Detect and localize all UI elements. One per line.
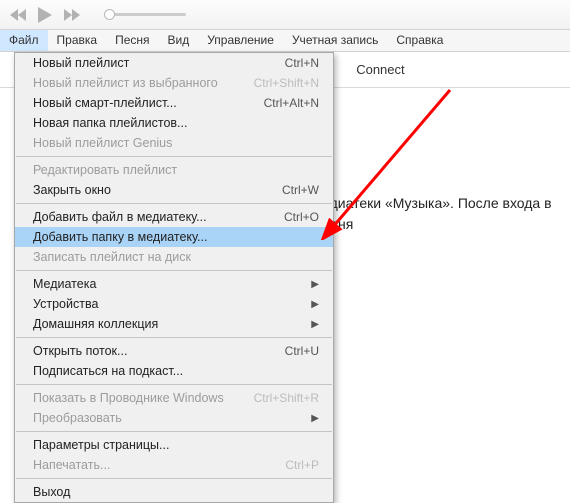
menu-файл[interactable]: Файл <box>0 30 48 51</box>
menu-item-label: Параметры страницы... <box>33 438 169 452</box>
menu-item-label: Новая папка плейлистов... <box>33 116 187 130</box>
menu-справка[interactable]: Справка <box>387 30 452 51</box>
play-icon[interactable] <box>38 7 52 23</box>
menu-separator <box>16 203 332 204</box>
menu-item-shortcut: Ctrl+Shift+N <box>254 76 319 90</box>
menu-item[interactable]: Устройства ▶ <box>15 294 333 314</box>
chevron-right-icon: ▶ <box>311 299 319 310</box>
menu-item-label: Записать плейлист на диск <box>33 250 191 264</box>
menu-separator <box>16 478 332 479</box>
menu-separator <box>16 270 332 271</box>
volume-slider[interactable] <box>106 13 186 16</box>
menu-item-shortcut: Ctrl+W <box>282 183 319 197</box>
menu-item: Редактировать плейлист <box>15 160 333 180</box>
menu-правка[interactable]: Правка <box>48 30 107 51</box>
menu-item-label: Новый смарт-плейлист... <box>33 96 177 110</box>
menu-separator <box>16 156 332 157</box>
menu-item-label: Закрыть окно <box>33 183 111 197</box>
menu-item-shortcut: Ctrl+Shift+R <box>254 391 319 405</box>
menu-item[interactable]: Выход <box>15 482 333 502</box>
menu-управление[interactable]: Управление <box>198 30 283 51</box>
menu-item-label: Редактировать плейлист <box>33 163 177 177</box>
menu-item-label: Домашняя коллекция <box>33 317 158 331</box>
menu-item-label: Устройства <box>33 297 98 311</box>
menu-item[interactable]: Новая папка плейлистов... <box>15 113 333 133</box>
menu-item-shortcut: Ctrl+O <box>284 210 319 224</box>
menu-item: Показать в Проводнике Windows Ctrl+Shift+… <box>15 388 333 408</box>
menu-item: Новый плейлист из выбранного Ctrl+Shift+N <box>15 73 333 93</box>
chevron-right-icon: ▶ <box>311 413 319 424</box>
menu-песня[interactable]: Песня <box>106 30 158 51</box>
menu-item-label: Преобразовать <box>33 411 122 425</box>
menu-item: Новый плейлист Genius <box>15 133 333 153</box>
menu-item-label: Открыть поток... <box>33 344 127 358</box>
menu-item[interactable]: Медиатека ▶ <box>15 274 333 294</box>
menu-item-label: Новый плейлист Genius <box>33 136 172 150</box>
menu-item-label: Напечатать... <box>33 458 110 472</box>
menu-item[interactable]: Домашняя коллекция ▶ <box>15 314 333 334</box>
menu-item[interactable]: Закрыть окно Ctrl+W <box>15 180 333 200</box>
menu-item[interactable]: Открыть поток... Ctrl+U <box>15 341 333 361</box>
menu-item: Напечатать... Ctrl+P <box>15 455 333 475</box>
menu-item-label: Показать в Проводнике Windows <box>33 391 224 405</box>
menu-item-label: Добавить файл в медиатеку... <box>33 210 207 224</box>
menu-separator <box>16 384 332 385</box>
file-menu-dropdown: Новый плейлист Ctrl+N Новый плейлист из вы… <box>14 52 334 503</box>
menu-учетная запись[interactable]: Учетная запись <box>283 30 387 51</box>
volume-thumb[interactable] <box>104 9 115 20</box>
menu-item-label: Медиатека <box>33 277 96 291</box>
menu-separator <box>16 431 332 432</box>
prev-icon[interactable] <box>10 9 26 21</box>
menu-item[interactable]: Подписаться на подкаст... <box>15 361 333 381</box>
menu-item[interactable]: Новый смарт-плейлист... Ctrl+Alt+N <box>15 93 333 113</box>
menu-item: Преобразовать ▶ <box>15 408 333 428</box>
player-controls <box>10 7 186 23</box>
menu-item[interactable]: Новый плейлист Ctrl+N <box>15 53 333 73</box>
next-icon[interactable] <box>64 9 80 21</box>
menu-item[interactable]: Параметры страницы... <box>15 435 333 455</box>
menu-item[interactable]: Добавить папку в медиатеку... <box>15 227 333 247</box>
menu-item-label: Подписаться на подкаст... <box>33 364 183 378</box>
menu-item-shortcut: Ctrl+U <box>285 344 319 358</box>
menu-item-label: Новый плейлист из выбранного <box>33 76 218 90</box>
chevron-right-icon: ▶ <box>311 279 319 290</box>
menu-item[interactable]: Добавить файл в медиатеку... Ctrl+O <box>15 207 333 227</box>
menu-item-label: Добавить папку в медиатеку... <box>33 230 207 244</box>
menu-item-label: Новый плейлист <box>33 56 129 70</box>
player-bar <box>0 0 570 30</box>
menu-separator <box>16 337 332 338</box>
menu-item-shortcut: Ctrl+P <box>285 458 319 472</box>
chevron-right-icon: ▶ <box>311 319 319 330</box>
menu-вид[interactable]: Вид <box>159 30 199 51</box>
tab-connect[interactable]: Connect <box>356 62 404 77</box>
menu-item-shortcut: Ctrl+N <box>285 56 319 70</box>
menu-item: Записать плейлист на диск <box>15 247 333 267</box>
menu-item-shortcut: Ctrl+Alt+N <box>264 96 319 110</box>
menu-bar: ФайлПравкаПесняВидУправлениеУчетная запи… <box>0 30 570 52</box>
menu-item-label: Выход <box>33 485 70 499</box>
